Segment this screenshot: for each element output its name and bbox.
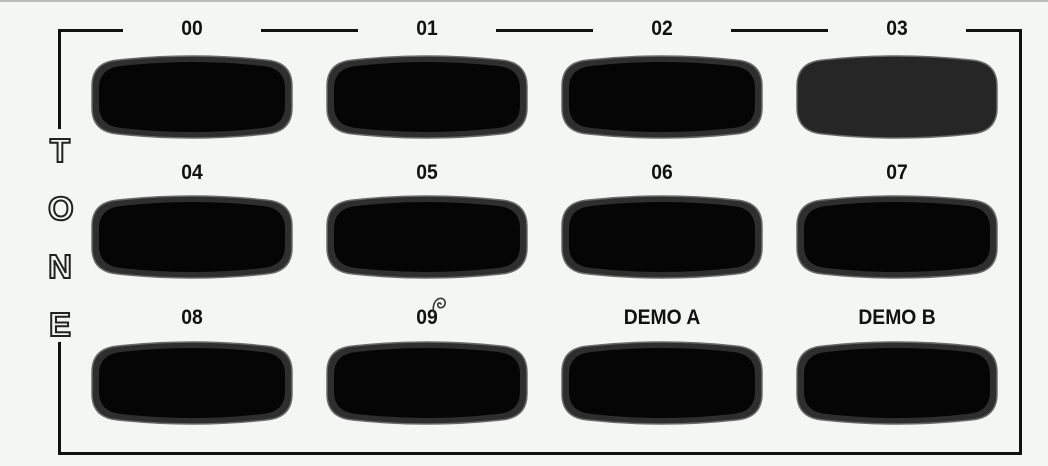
tone-letter-o: O xyxy=(47,190,75,227)
tone-label-04: 04 xyxy=(181,161,203,184)
frame-left-line-bottom xyxy=(58,338,61,455)
tone-button-02[interactable] xyxy=(560,52,764,142)
tone-letter-t: T xyxy=(48,132,72,169)
tone-button-demo-a[interactable] xyxy=(560,338,764,428)
tone-label-demo-a: DEMO A xyxy=(623,306,701,329)
tone-button-06[interactable] xyxy=(560,192,764,282)
tone-label-08: 08 xyxy=(181,306,203,329)
tone-label-06: 06 xyxy=(651,161,673,184)
tone-label-02: 02 xyxy=(593,17,731,41)
tone-label-00: 00 xyxy=(123,17,261,41)
tone-button-03[interactable] xyxy=(795,52,999,142)
top-divider xyxy=(0,0,1048,2)
tone-button-08[interactable] xyxy=(90,338,294,428)
tone-letter-n: N xyxy=(47,248,73,285)
tone-button-demo-b[interactable] xyxy=(795,338,999,428)
tone-button-04[interactable] xyxy=(90,192,294,282)
tone-label-03: 03 xyxy=(828,17,966,41)
tone-letter-e: E xyxy=(48,306,72,343)
tone-button-05[interactable] xyxy=(325,192,529,282)
tone-label-01: 01 xyxy=(358,17,496,41)
tone-button-09[interactable] xyxy=(325,338,529,428)
tone-label-07: 07 xyxy=(886,161,908,184)
frame-left-line-top xyxy=(58,29,61,129)
frame-right-line xyxy=(1019,29,1022,455)
tone-label-09: 09 xyxy=(416,306,438,329)
tone-button-07[interactable] xyxy=(795,192,999,282)
tone-label-demo-b: DEMO B xyxy=(858,306,936,329)
tone-button-01[interactable] xyxy=(325,52,529,142)
tone-label-05: 05 xyxy=(416,161,438,184)
pointer-cursor-icon xyxy=(428,294,450,316)
tone-button-00[interactable] xyxy=(90,52,294,142)
frame-bottom-line xyxy=(58,452,1022,455)
